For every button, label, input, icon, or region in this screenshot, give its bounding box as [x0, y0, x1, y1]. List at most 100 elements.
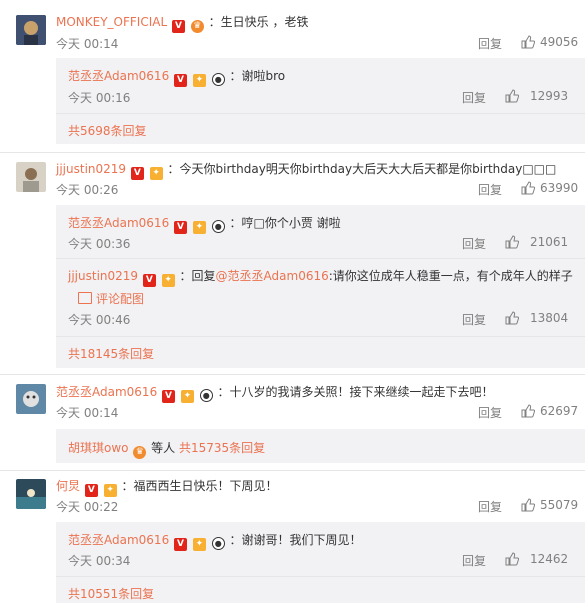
reply-prefix: ：回复	[179, 269, 216, 283]
reply-button[interactable]: 回复	[478, 181, 502, 198]
vip-badge-icon: ✦	[149, 167, 163, 180]
reply-text: ：谢啦bro	[229, 69, 286, 83]
reply-button[interactable]: 回复	[462, 552, 486, 569]
comment-picture-link[interactable]: 评论配图	[78, 290, 144, 307]
verified-v-icon: V	[84, 484, 98, 497]
more-replies-link[interactable]: 共10551条回复	[68, 585, 154, 602]
more-replies-link[interactable]: 共18145条回复	[68, 345, 154, 362]
divider	[56, 113, 585, 114]
thumbs-up-icon[interactable]	[521, 404, 535, 418]
reply-time: 今天 00:36	[68, 237, 131, 251]
user-name[interactable]: 胡琪琪owo	[68, 441, 129, 455]
user-name[interactable]: 何炅	[56, 479, 80, 493]
vip-badge-icon: ✦	[192, 74, 206, 87]
reply-button[interactable]: 回复	[462, 235, 486, 252]
more-replies-link[interactable]: 共15735条回复	[179, 441, 265, 455]
like-count[interactable]: 12462	[530, 552, 568, 566]
avatar[interactable]	[16, 384, 46, 414]
thumbs-up-icon[interactable]	[521, 35, 535, 49]
divider	[0, 470, 585, 471]
comment-header: 范丞丞Adam0616 V ✦ ● ：十八岁的我请多关照！接下来继续一起走下去吧…	[56, 383, 494, 403]
reply-time: 今天 00:34	[68, 554, 131, 568]
reply-time: 今天 00:46	[68, 313, 131, 327]
verified-v-icon: V	[130, 167, 144, 180]
more-replies-row: 胡琪琪owo ♛ 等人 共15735条回复	[68, 439, 265, 459]
like-count[interactable]: 13804	[530, 311, 568, 325]
reply-header: 范丞丞Adam0616 V ✦ ● ：谢啦bro	[68, 67, 285, 87]
user-name[interactable]: jjjustin0219	[56, 162, 126, 176]
divider	[0, 374, 585, 375]
like-count[interactable]: 63990	[540, 181, 578, 195]
panda-badge-icon: ●	[211, 537, 225, 550]
like-count[interactable]: 12993	[530, 89, 568, 103]
thumbs-up-icon[interactable]	[505, 311, 519, 325]
verified-v-icon: V	[174, 538, 188, 551]
user-name[interactable]: MONKEY_OFFICIAL	[56, 15, 167, 29]
like-count[interactable]: 49056	[540, 35, 578, 49]
reply-text: ：谢谢哥！我们下周见！	[229, 533, 362, 547]
vip-badge-icon: ✦	[180, 390, 194, 403]
reply-button[interactable]: 回复	[478, 404, 502, 421]
comment-header: jjjustin0219 V ✦ ：今天你birthday明天你birthday…	[56, 160, 556, 180]
thumbs-up-icon[interactable]	[505, 89, 519, 103]
panda-badge-icon: ●	[211, 220, 225, 233]
vip-badge-icon: ♛	[133, 446, 147, 459]
reply-button[interactable]: 回复	[462, 89, 486, 106]
user-name[interactable]: jjjustin0219	[68, 269, 138, 283]
user-name[interactable]: 范丞丞Adam0616	[68, 216, 169, 230]
reply-time: 今天 00:16	[68, 91, 131, 105]
reply-button[interactable]: 回复	[478, 498, 502, 515]
thumbs-up-icon[interactable]	[521, 498, 535, 512]
avatar[interactable]	[16, 162, 46, 192]
user-name[interactable]: 范丞丞Adam0616	[68, 533, 169, 547]
panda-badge-icon: ●	[211, 73, 225, 86]
more-replies-link[interactable]: 共5698条回复	[68, 122, 147, 139]
reply-header: 范丞丞Adam0616 V ✦ ● ：哼□你个小贾 谢啦	[68, 214, 341, 234]
vip-badge-icon: ✦	[192, 538, 206, 551]
panda-badge-icon: ●	[199, 389, 213, 402]
comment-time: 今天 00:14	[56, 37, 119, 51]
reply-button[interactable]: 回复	[478, 35, 502, 52]
vip-badge-icon: ♛	[190, 20, 204, 33]
verified-v-icon: V	[162, 390, 176, 403]
comment-time: 今天 00:26	[56, 183, 119, 197]
divider	[56, 258, 585, 259]
reply-header: 范丞丞Adam0616 V ✦ ● ：谢谢哥！我们下周见！	[68, 531, 362, 551]
verified-v-icon: V	[174, 74, 188, 87]
comment-page: MONKEY_OFFICIAL V ♛ ：生日快乐 ，老铁 今天 00:14 回…	[0, 0, 585, 603]
user-name[interactable]: 范丞丞Adam0616	[68, 69, 169, 83]
verified-v-icon: V	[174, 221, 188, 234]
image-icon	[78, 292, 92, 304]
comment-header: MONKEY_OFFICIAL V ♛ ：生日快乐 ，老铁	[56, 13, 308, 33]
reply-text: :请你这位成年人稳重一点，有个成年人的样子	[328, 269, 573, 283]
comment-text: ：生日快乐 ，老铁	[208, 15, 309, 29]
like-count[interactable]: 55079	[540, 498, 578, 512]
comment-text: ：十八岁的我请多关照！接下来继续一起走下去吧！	[217, 385, 494, 399]
like-count[interactable]: 62697	[540, 404, 578, 418]
thumbs-up-icon[interactable]	[521, 181, 535, 195]
vip-badge-icon: ✦	[192, 221, 206, 234]
user-name[interactable]: 范丞丞Adam0616	[56, 385, 157, 399]
reply-button[interactable]: 回复	[462, 311, 486, 328]
divider	[0, 152, 585, 153]
more-replies-mid: 等人	[151, 441, 176, 455]
comment-time: 今天 00:22	[56, 500, 119, 514]
avatar[interactable]	[16, 15, 46, 45]
mention-link[interactable]: @范丞丞Adam0616	[216, 269, 329, 283]
vip-badge-icon: ✦	[103, 484, 117, 497]
like-count[interactable]: 21061	[530, 235, 568, 249]
thumbs-up-icon[interactable]	[505, 235, 519, 249]
vip-badge-icon: ✦	[161, 274, 175, 287]
comment-text: ：福西西生日快乐！下周见！	[121, 479, 278, 493]
reply-header: jjjustin0219 V ✦ ：回复@范丞丞Adam0616:请你这位成年人…	[68, 267, 573, 287]
comment-header: 何炅 V ✦ ：福西西生日快乐！下周见！	[56, 477, 278, 497]
thumbs-up-icon[interactable]	[505, 552, 519, 566]
verified-v-icon: V	[172, 20, 185, 33]
verified-v-icon: V	[142, 274, 156, 287]
avatar[interactable]	[16, 479, 46, 509]
reply-text: ：哼□你个小贾 谢啦	[229, 216, 341, 230]
comment-text: ：今天你birthday明天你birthday大后天大大后天都是你birthda…	[167, 162, 557, 176]
divider	[56, 576, 585, 577]
comment-time: 今天 00:14	[56, 406, 119, 420]
comment-picture-label: 评论配图	[96, 292, 145, 306]
